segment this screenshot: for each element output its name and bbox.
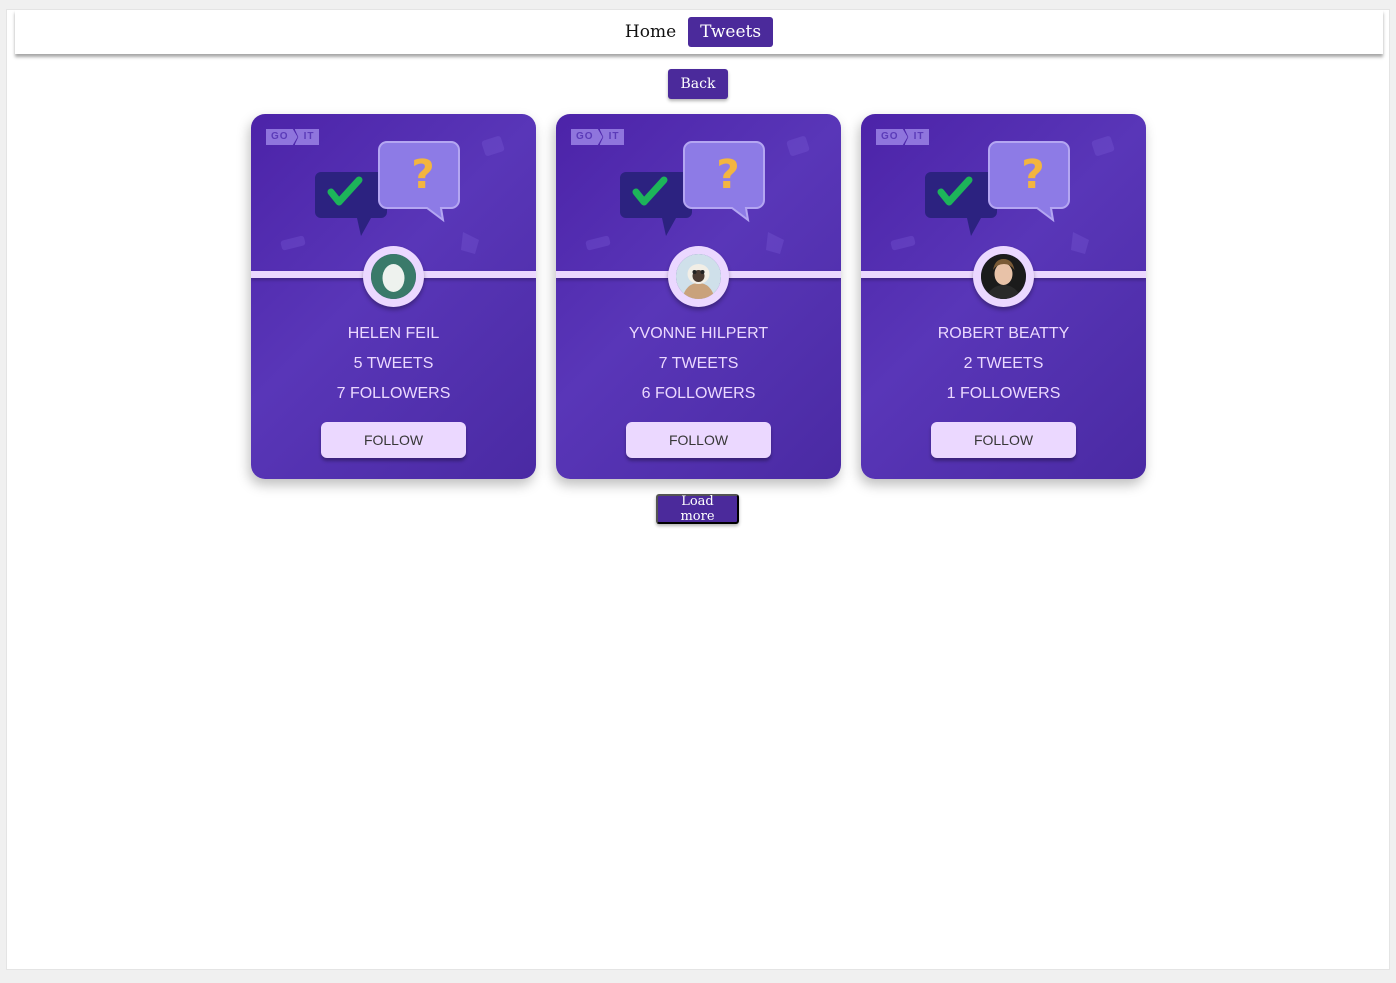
nav-tweets-link[interactable]: Tweets (688, 17, 774, 47)
follow-button[interactable]: FOLLOW (626, 422, 771, 458)
back-button[interactable]: Back (668, 69, 728, 99)
followers-count: 6 FOLLOWERS (641, 385, 756, 402)
user-card: ? GO IT HELEN FEIL 5 TWEETS 7 FOLLOWERS F… (251, 114, 536, 479)
user-name: ROBERT BEATTY (937, 325, 1070, 342)
tweets-count: 5 TWEETS (353, 355, 434, 372)
avatar-frame (363, 246, 424, 307)
goit-logo: GO IT (571, 129, 625, 145)
svg-text:?: ? (411, 152, 434, 198)
user-name: YVONNE HILPERT (628, 325, 769, 342)
followers-count: 1 FOLLOWERS (946, 385, 1061, 402)
goit-logo: GO IT (266, 129, 320, 145)
header-nav: Home Tweets (15, 10, 1383, 54)
goit-logo: GO IT (876, 129, 930, 145)
app-viewport: Home Tweets Back ? GO IT HELEN FEIL 5 TW… (6, 9, 1390, 970)
load-more-button[interactable]: Load more (656, 494, 739, 524)
user-card: ? GO IT YVONNE HILPERT 7 TWEETS 6 FOLLOW… (556, 114, 841, 479)
tweets-count: 7 TWEETS (658, 355, 739, 372)
egg-avatar (371, 254, 416, 299)
avatar-frame (668, 246, 729, 307)
lemur-avatar (676, 254, 721, 299)
followers-count: 7 FOLLOWERS (336, 385, 451, 402)
user-card: ? GO IT ROBERT BEATTY 2 TWEETS 1 FOLLOWER (861, 114, 1146, 479)
nav-home-link[interactable]: Home (625, 17, 676, 47)
follow-button[interactable]: FOLLOW (321, 422, 466, 458)
svg-text:?: ? (1021, 152, 1044, 198)
avatar-frame (973, 246, 1034, 307)
user-name: HELEN FEIL (347, 325, 440, 342)
person-avatar (981, 254, 1026, 299)
svg-text:?: ? (716, 152, 739, 198)
follow-button[interactable]: FOLLOW (931, 422, 1076, 458)
user-cards-list: ? GO IT HELEN FEIL 5 TWEETS 7 FOLLOWERS F… (251, 114, 1146, 479)
tweets-count: 2 TWEETS (963, 355, 1044, 372)
